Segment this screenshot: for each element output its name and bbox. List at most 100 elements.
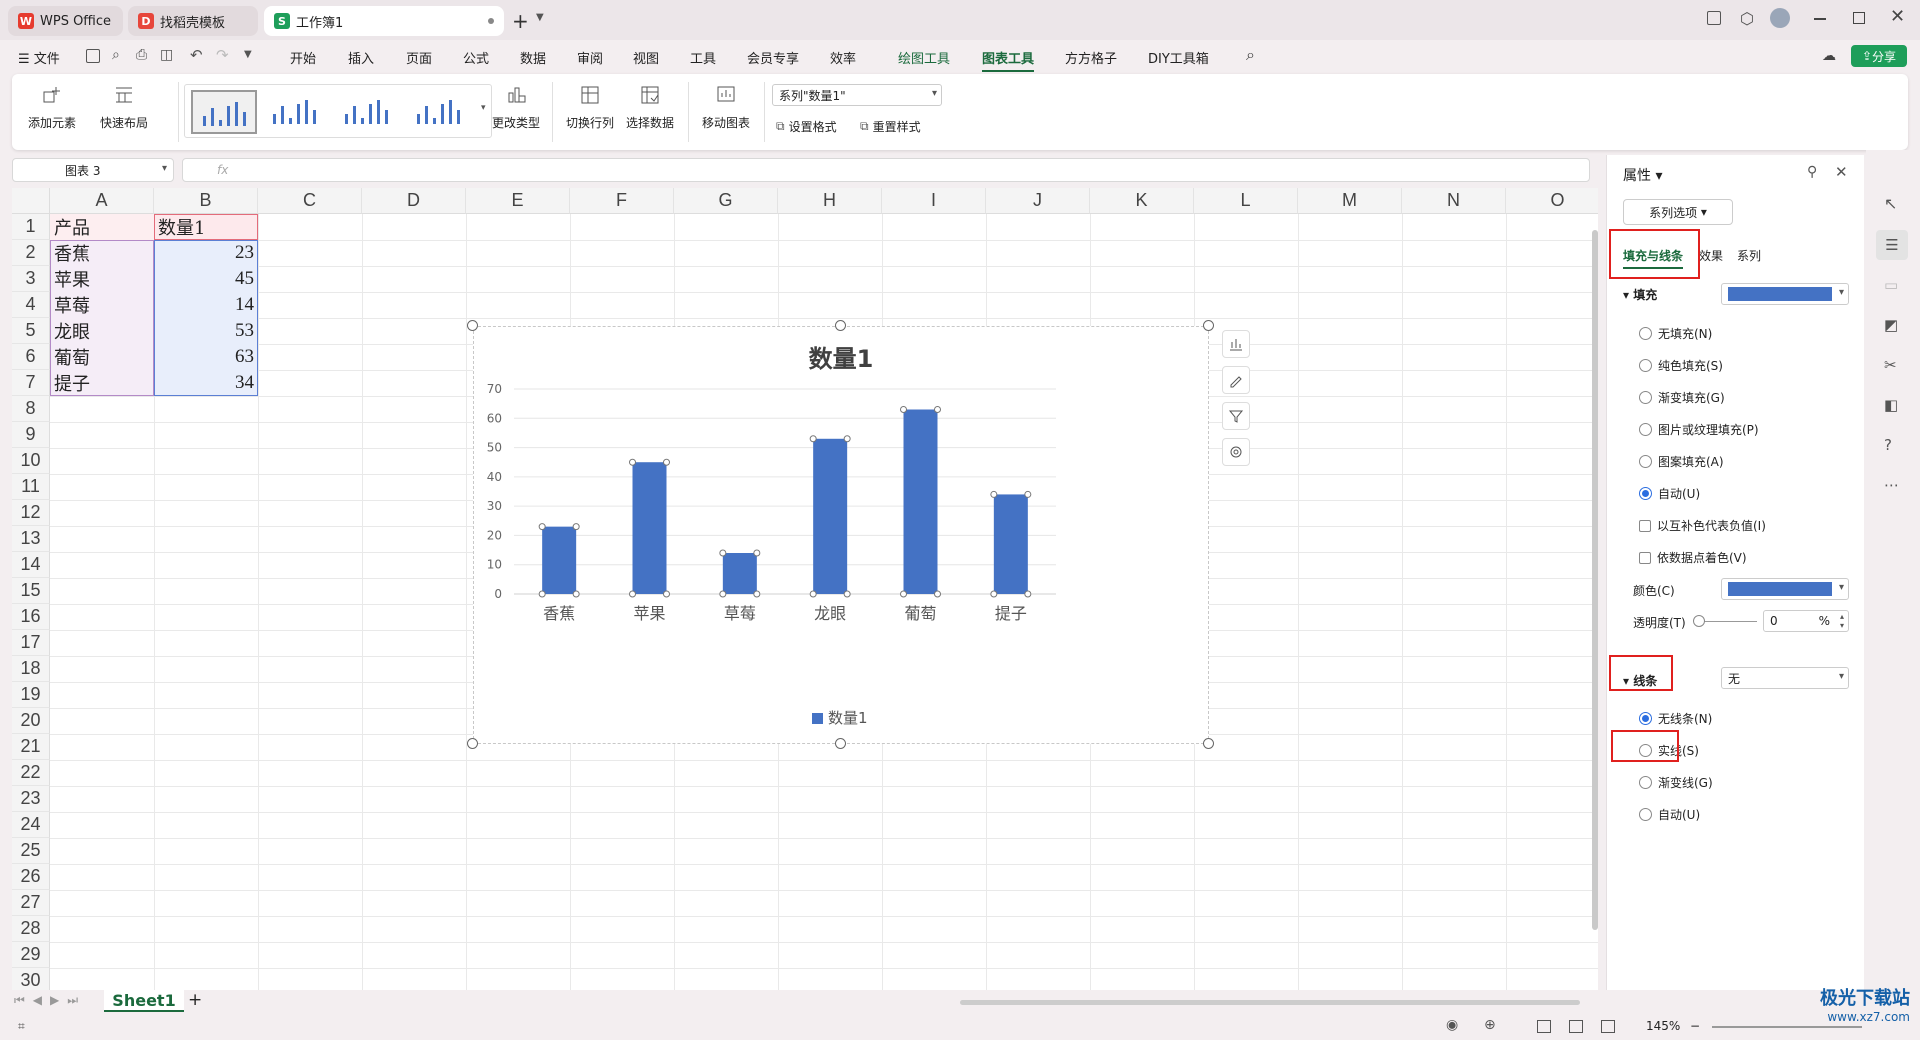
- column-header-h[interactable]: H: [778, 188, 882, 214]
- column-header-g[interactable]: G: [674, 188, 778, 214]
- chart-style-brush-icon[interactable]: [1222, 366, 1250, 394]
- row-header-8[interactable]: 8: [12, 396, 50, 422]
- row-header-3[interactable]: 3: [12, 266, 50, 292]
- radio[interactable]: [1639, 776, 1652, 789]
- column-header-l[interactable]: L: [1194, 188, 1298, 214]
- resize-handle[interactable]: [835, 738, 846, 749]
- menu-view[interactable]: 视图: [633, 48, 659, 67]
- page-break-icon[interactable]: [1601, 1020, 1615, 1033]
- chart-title[interactable]: 数量1: [809, 345, 874, 373]
- cell-b2[interactable]: 23: [154, 240, 258, 266]
- bar-selection-handle[interactable]: [629, 590, 636, 598]
- bar-selection-handle[interactable]: [719, 549, 727, 557]
- bar-草莓[interactable]: [722, 553, 757, 594]
- close-icon[interactable]: ✕: [1890, 6, 1905, 27]
- fill-option-gradient[interactable]: 渐变填充(G): [1639, 389, 1725, 406]
- column-header-e[interactable]: E: [466, 188, 570, 214]
- checkbox[interactable]: [1639, 519, 1651, 532]
- horizontal-scrollbar[interactable]: [960, 1000, 1580, 1005]
- chart-settings-icon[interactable]: [1222, 438, 1250, 466]
- save-icon[interactable]: [86, 49, 100, 63]
- menu-review[interactable]: 审阅: [577, 48, 603, 67]
- maximize-icon[interactable]: [1853, 12, 1865, 24]
- column-header-j[interactable]: J: [986, 188, 1090, 214]
- row-header-25[interactable]: 25: [12, 838, 50, 864]
- series-select-dropdown[interactable]: 系列"数量1" ▾: [772, 84, 942, 106]
- radio[interactable]: [1639, 808, 1652, 821]
- spreadsheet-grid[interactable]: ABCDEFGHIJKLMNO 1 2 3 4 5 6 7 8 9 10 11 12 13 14 15 16 1…: [12, 188, 1598, 990]
- row-header-14[interactable]: 14: [12, 552, 50, 578]
- cell-b6[interactable]: 63: [154, 344, 258, 370]
- bar-selection-handle[interactable]: [572, 590, 580, 598]
- bar-selection-handle[interactable]: [900, 406, 907, 413]
- menu-chart-tools[interactable]: 图表工具: [982, 48, 1035, 72]
- column-header-k[interactable]: K: [1090, 188, 1194, 214]
- panel-title[interactable]: 属性 ▾: [1623, 165, 1662, 185]
- print-preview-icon[interactable]: ◫: [160, 47, 173, 63]
- row-header-24[interactable]: 24: [12, 812, 50, 838]
- chart-object[interactable]: 数量1 0 10 20 30 40 50 60 70 香蕉 苹果 草莓 龙眼 葡萄 提子 数量1: [473, 326, 1209, 744]
- cloud-icon[interactable]: ☁: [1822, 48, 1836, 64]
- page-layout-icon[interactable]: [1569, 1020, 1583, 1033]
- menu-fangfang[interactable]: 方方格子: [1065, 48, 1117, 67]
- invert-negative-checkbox[interactable]: 以互补色代表负值(I): [1639, 517, 1766, 534]
- normal-view-icon[interactable]: [1537, 1020, 1551, 1033]
- chart-style-thumb-4[interactable]: [407, 90, 473, 134]
- bar-selection-handle[interactable]: [843, 435, 851, 443]
- row-header-6[interactable]: 6: [12, 344, 50, 370]
- fill-option-none[interactable]: 无填充(N): [1639, 325, 1712, 342]
- bar-selection-handle[interactable]: [1024, 590, 1032, 598]
- properties-sliders-icon[interactable]: ☰: [1876, 230, 1908, 260]
- radio[interactable]: [1639, 359, 1652, 372]
- help-icon[interactable]: ?: [1884, 436, 1892, 454]
- bar-龙眼[interactable]: [813, 438, 848, 594]
- avatar[interactable]: [1770, 8, 1790, 28]
- series-options-dropdown[interactable]: 系列选项 ▾: [1623, 199, 1733, 225]
- chart-style-thumb-3[interactable]: [335, 90, 401, 134]
- chevron-down-icon[interactable]: ▼: [536, 12, 544, 23]
- vertical-scrollbar[interactable]: [1590, 220, 1600, 990]
- macro-icon[interactable]: ⌗: [18, 1019, 25, 1034]
- book-icon[interactable]: ◧: [1884, 396, 1898, 414]
- bar-selection-handle[interactable]: [843, 590, 851, 598]
- radio[interactable]: [1639, 423, 1652, 436]
- radio-selected[interactable]: [1639, 487, 1652, 500]
- radio[interactable]: [1639, 327, 1652, 340]
- fill-option-pattern[interactable]: 图案填充(A): [1639, 453, 1724, 470]
- minimize-icon[interactable]: [1814, 18, 1826, 20]
- bar-香蕉[interactable]: [542, 526, 577, 594]
- cell-b3[interactable]: 45: [154, 266, 258, 292]
- pin-icon[interactable]: ⚲: [1807, 164, 1817, 180]
- move-chart-button[interactable]: 移动图表: [702, 82, 750, 131]
- cell-b7[interactable]: 34: [154, 370, 258, 396]
- cell-b4[interactable]: 14: [154, 292, 258, 318]
- cell-a4[interactable]: 草莓: [50, 292, 154, 318]
- menu-insert[interactable]: 插入: [348, 48, 374, 67]
- close-panel-icon[interactable]: ✕: [1835, 163, 1848, 181]
- chart-elements-icon[interactable]: [1222, 330, 1250, 358]
- row-header-16[interactable]: 16: [12, 604, 50, 630]
- new-tab-icon[interactable]: +: [512, 9, 529, 33]
- tab-workbook1[interactable]: S 工作簿1: [264, 6, 504, 36]
- add-element-button[interactable]: 添加元素: [28, 82, 76, 131]
- column-header-b[interactable]: B: [154, 188, 258, 214]
- change-type-button[interactable]: 更改类型: [492, 82, 540, 131]
- tab-docer-templates[interactable]: D 找稻壳模板: [128, 6, 258, 36]
- row-header-18[interactable]: 18: [12, 656, 50, 682]
- fill-option-auto[interactable]: 自动(U): [1639, 485, 1700, 502]
- redo-icon[interactable]: ↷: [216, 46, 229, 64]
- checkbox[interactable]: [1639, 551, 1651, 564]
- bar-selection-handle[interactable]: [753, 549, 761, 557]
- fill-option-solid[interactable]: 纯色填充(S): [1639, 357, 1723, 374]
- zoom-level[interactable]: 145%: [1646, 1019, 1680, 1033]
- bar-selection-handle[interactable]: [572, 523, 580, 531]
- resize-handle[interactable]: [467, 738, 478, 749]
- fill-color-dropdown[interactable]: ▾: [1721, 283, 1849, 305]
- bar-selection-handle[interactable]: [900, 590, 907, 598]
- bar-selection-handle[interactable]: [990, 490, 998, 498]
- chart-style-thumb-1[interactable]: [191, 90, 257, 134]
- sheet-nav-icon[interactable]: ⏮◀▶⏭: [14, 993, 86, 1008]
- select-pointer-icon[interactable]: ↖: [1884, 194, 1897, 213]
- column-header-f[interactable]: F: [570, 188, 674, 214]
- menu-member[interactable]: 会员专享: [747, 48, 799, 67]
